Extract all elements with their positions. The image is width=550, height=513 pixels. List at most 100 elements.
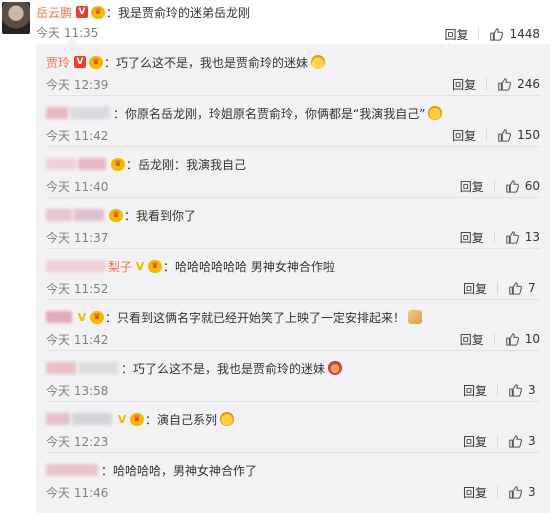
reply-button[interactable]: 回复 xyxy=(463,484,487,501)
blurred-username[interactable] xyxy=(46,107,68,119)
thumbs-up-icon[interactable] xyxy=(497,128,512,142)
reply-text: 巧了么这不是，我也是贾俞玲的迷妹 xyxy=(116,55,309,70)
username[interactable]: 岳云鹏 xyxy=(36,4,72,21)
reply-item: V ♛：只看到这俩名字就已经开始笑了上映了一定安排起来！ 今天 11:42 回复 1… xyxy=(46,299,550,347)
medal-badge-icon: ♛ xyxy=(90,310,104,324)
divider xyxy=(497,486,498,498)
reply-text: 我看到你了 xyxy=(136,208,197,223)
reply-text: 岳龙刚：我演我自己 xyxy=(138,157,247,172)
reply-actions: 回复 60 xyxy=(460,178,540,194)
reply-button[interactable]: 回复 xyxy=(460,331,484,348)
blurred-username[interactable] xyxy=(74,209,104,221)
reply-button[interactable]: 回复 xyxy=(452,127,476,144)
like-count: 3 xyxy=(528,485,536,499)
reply-text: 只看到这俩名字就已经开始笑了上映了一定安排起来！ xyxy=(117,310,406,325)
reply-header: 贾玲 V ♛：巧了么这不是，我也是贾俞玲的迷妹 xyxy=(46,54,326,71)
blurred-username[interactable] xyxy=(46,260,106,272)
vip-badge-icon: V xyxy=(135,259,145,273)
thumbs-up-icon[interactable] xyxy=(508,434,522,448)
divider xyxy=(493,180,495,192)
divider xyxy=(486,78,488,90)
colon: ： xyxy=(124,208,137,223)
smile-emoji-icon xyxy=(311,55,326,69)
avatar[interactable] xyxy=(2,2,30,34)
divider xyxy=(478,28,480,40)
vip-badge-icon: V xyxy=(76,6,89,18)
blurred-username[interactable] xyxy=(78,362,118,374)
blurred-username[interactable] xyxy=(46,464,98,476)
blurred-username[interactable] xyxy=(46,311,72,323)
blurred-username[interactable] xyxy=(72,413,112,425)
reply-button[interactable]: 回复 xyxy=(463,433,487,450)
reply-actions: 回复 150 xyxy=(452,127,540,143)
reply-item: ：哈哈哈哈，男神女神合作了 今天 11:46 回复 3 xyxy=(46,452,550,500)
timestamp: 今天 11:52 xyxy=(46,281,109,296)
blurred-username[interactable] xyxy=(78,158,106,170)
thumbs-up-icon[interactable] xyxy=(505,179,519,193)
reply-button[interactable]: 回复 xyxy=(460,229,484,246)
username[interactable]: 梨子 xyxy=(108,258,132,275)
reply-button[interactable]: 回复 xyxy=(463,382,487,399)
reply-header: V ♛：只看到这俩名字就已经开始笑了上映了一定安排起来！ xyxy=(46,309,423,325)
reply-actions: 回复 3 xyxy=(463,484,540,500)
thumbs-up-icon[interactable] xyxy=(508,281,522,295)
reply-actions: 回复 13 xyxy=(460,229,540,245)
reply-meta: 今天 12:23 xyxy=(46,433,108,449)
reply-header: ：巧了么这不是，我也是贾俞玲的迷妹 xyxy=(46,360,343,376)
blurred-username[interactable] xyxy=(46,209,72,221)
thumbs-up-icon[interactable] xyxy=(505,230,519,244)
reply-meta: 今天 12:39 xyxy=(46,76,108,92)
laugh-emoji-icon xyxy=(220,412,235,426)
comment-header: 岳云鹏 V ♛ ： 我是贾俞玲的迷弟岳龙刚 xyxy=(36,4,250,20)
blurred-username[interactable] xyxy=(70,107,110,119)
reply-header: 梨子 V ♛：哈哈哈哈哈哈 男神女神合作啦 xyxy=(46,258,335,274)
reply-text: 巧了么这不是，我也是贾俞玲的迷妹 xyxy=(133,361,326,376)
timestamp: 今天 11:46 xyxy=(46,485,109,500)
reply-button[interactable]: 回复 xyxy=(444,26,468,43)
reply-button[interactable]: 回复 xyxy=(463,280,487,297)
reply-item: ：巧了么这不是，我也是贾俞玲的迷妹 今天 13:58 回复 3 xyxy=(46,350,550,398)
cover-face-emoji-icon xyxy=(328,361,343,375)
divider xyxy=(493,333,495,345)
reply-text: 你原名岳龙刚，玲姐原名贾俞玲，你俩都是“我演我自己” xyxy=(125,106,426,121)
muscle-emoji-icon xyxy=(408,310,423,324)
reply-meta: 今天 11:42 xyxy=(46,331,108,347)
blurred-username[interactable] xyxy=(46,413,70,425)
reply-item: ♛：岳龙刚：我演我自己 今天 11:40 回复 60 xyxy=(46,146,550,194)
vip-badge-icon: V xyxy=(117,412,127,426)
reply-item: ：你原名岳龙刚，玲姐原名贾俞玲，你俩都是“我演我自己” 今天 11:42 回复 1… xyxy=(46,95,550,143)
thumbs-up-icon[interactable] xyxy=(508,383,522,397)
medal-badge-icon: ♛ xyxy=(130,412,144,426)
like-count: 3 xyxy=(528,434,536,448)
blurred-username[interactable] xyxy=(46,158,76,170)
vip-badge-icon: V xyxy=(77,310,87,324)
reply-actions: 回复 3 xyxy=(463,382,540,398)
divider xyxy=(486,129,488,141)
reply-text: 哈哈哈哈，男神女神合作了 xyxy=(113,463,258,478)
medal-badge-icon: ♛ xyxy=(111,157,125,171)
blurred-username[interactable] xyxy=(46,362,76,374)
username[interactable]: 贾玲 xyxy=(46,54,70,71)
comment-text: 我是贾俞玲的迷弟岳龙刚 xyxy=(118,5,251,20)
reply-header: ：哈哈哈哈，男神女神合作了 xyxy=(46,462,257,478)
reply-button[interactable]: 回复 xyxy=(460,178,484,195)
reply-item: 梨子 V ♛：哈哈哈哈哈哈 男神女神合作啦 今天 11:52 回复 7 xyxy=(46,248,550,296)
reply-actions: 回复 10 xyxy=(460,331,540,347)
thumbs-up-icon[interactable] xyxy=(508,485,522,499)
medal-badge-icon: ♛ xyxy=(148,259,163,273)
like-count: 10 xyxy=(524,332,540,346)
reply-meta: 今天 11:40 xyxy=(46,178,108,194)
reply-header: ♛：岳龙刚：我演我自己 xyxy=(46,156,246,172)
reply-meta: 今天 11:46 xyxy=(46,484,108,500)
divider xyxy=(493,231,495,243)
like-count: 1448 xyxy=(509,27,540,41)
divider xyxy=(497,282,498,294)
reply-meta: 今天 11:37 xyxy=(46,229,108,245)
medal-badge-icon: ♛ xyxy=(91,5,106,19)
thumbs-up-icon[interactable] xyxy=(489,27,504,41)
timestamp: 今天 11:42 xyxy=(46,128,109,143)
reply-button[interactable]: 回复 xyxy=(452,76,476,93)
thumbs-up-icon[interactable] xyxy=(497,77,512,91)
reply-actions: 回复 3 xyxy=(463,433,540,449)
thumbs-up-icon[interactable] xyxy=(505,332,519,346)
